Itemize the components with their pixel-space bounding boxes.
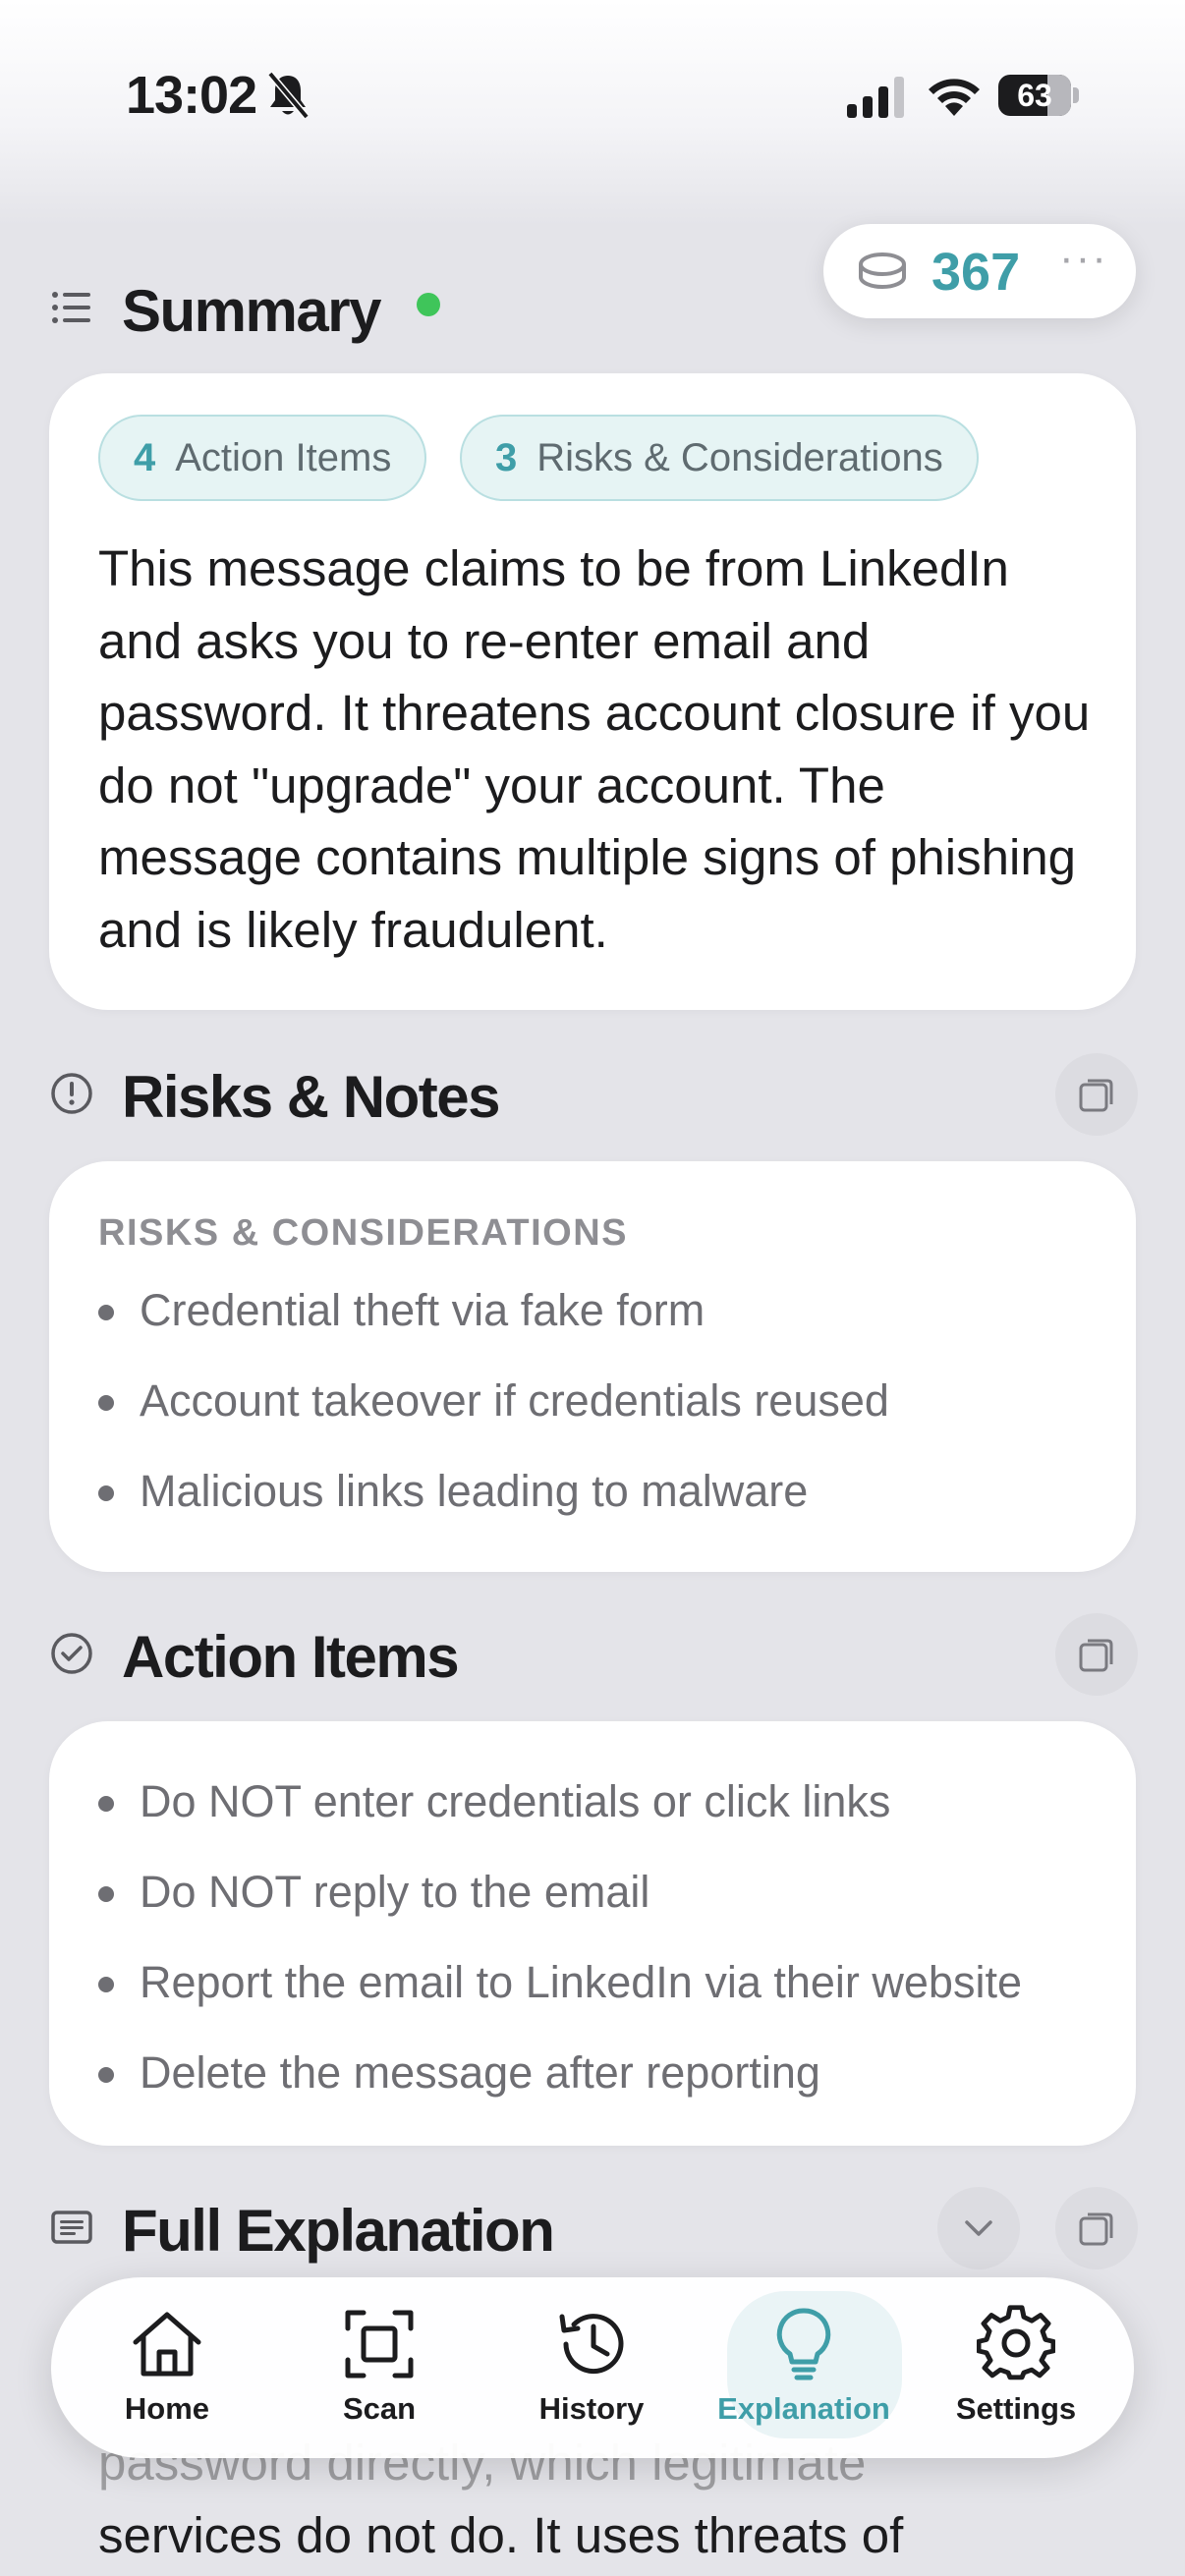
summary-card: 4 Action Items 3 Risks & Considerations Th…	[49, 373, 1136, 1010]
risks-title: Risks & Notes	[122, 1064, 500, 1130]
action-items-chip[interactable]: 4 Action Items	[98, 415, 427, 501]
tab-home[interactable]: Home	[69, 2277, 265, 2458]
lightbulb-icon	[776, 2308, 831, 2380]
list-item: Report the email to LinkedIn via their w…	[98, 1953, 1110, 2044]
battery-indicator: 63	[998, 75, 1079, 116]
tab-scan[interactable]: Scan	[281, 2277, 478, 2458]
list-item: Credential theft via fake form	[98, 1281, 1110, 1372]
copy-icon	[1079, 1079, 1113, 1112]
list-icon	[52, 292, 90, 323]
actions-header: Action Items	[49, 1613, 1140, 1696]
list-item: Do NOT reply to the email	[98, 1863, 1110, 1953]
risks-label: RISKS & CONSIDERATIONS	[98, 1212, 629, 1254]
explanation-title: Full Explanation	[122, 2198, 555, 2264]
actions-title: Action Items	[122, 1624, 460, 1690]
alert-circle-icon	[51, 1073, 92, 1114]
copy-button[interactable]	[1055, 1613, 1138, 1696]
summary-text: This message claims to be from LinkedIn …	[98, 540, 1091, 958]
home-icon	[133, 2312, 201, 2377]
copy-icon	[1079, 2212, 1113, 2246]
check-circle-icon	[51, 1633, 92, 1674]
tab-explanation[interactable]: Explanation	[705, 2277, 902, 2458]
copy-icon	[1079, 1639, 1113, 1672]
summary-title: Summary	[122, 278, 381, 344]
gear-icon	[977, 2305, 1055, 2380]
copy-button[interactable]	[1055, 1053, 1138, 1136]
wifi-icon	[929, 79, 980, 116]
expand-button[interactable]	[937, 2187, 1020, 2269]
actions-list: Do NOT enter credentials or click links …	[98, 1772, 1110, 2134]
list-item: Delete the message after reporting	[98, 2044, 1110, 2134]
document-icon	[51, 2211, 92, 2244]
tab-history[interactable]: History	[493, 2277, 690, 2458]
cellular-signal-icon	[847, 77, 904, 118]
risks-header: Risks & Notes	[49, 1053, 1140, 1136]
explanation-header: Full Explanation	[49, 2187, 1140, 2269]
risks-card: RISKS & CONSIDERATIONS Credential theft …	[49, 1161, 1136, 1572]
list-item: Do NOT enter credentials or click links	[98, 1772, 1110, 1863]
bell-muted-icon	[267, 71, 310, 120]
history-icon	[559, 2314, 624, 2375]
actions-card: Do NOT enter credentials or click links …	[49, 1721, 1136, 2146]
risks-chip[interactable]: 3 Risks & Considerations	[460, 415, 979, 501]
scan-icon	[345, 2310, 414, 2379]
risks-list: Credential theft via fake form Account t…	[98, 1281, 1110, 1552]
list-item: Malicious links leading to malware	[98, 1462, 1110, 1552]
list-item: Account takeover if credentials reused	[98, 1372, 1110, 1462]
tab-settings[interactable]: Settings	[918, 2277, 1114, 2458]
summary-header: Summary	[49, 267, 1140, 346]
chevron-down-icon	[965, 2220, 992, 2236]
live-status-dot	[417, 293, 440, 316]
status-time: 13:02	[126, 66, 257, 125]
tab-bar: Home Scan History Explanation Settings	[51, 2277, 1134, 2458]
copy-button[interactable]	[1055, 2187, 1138, 2269]
